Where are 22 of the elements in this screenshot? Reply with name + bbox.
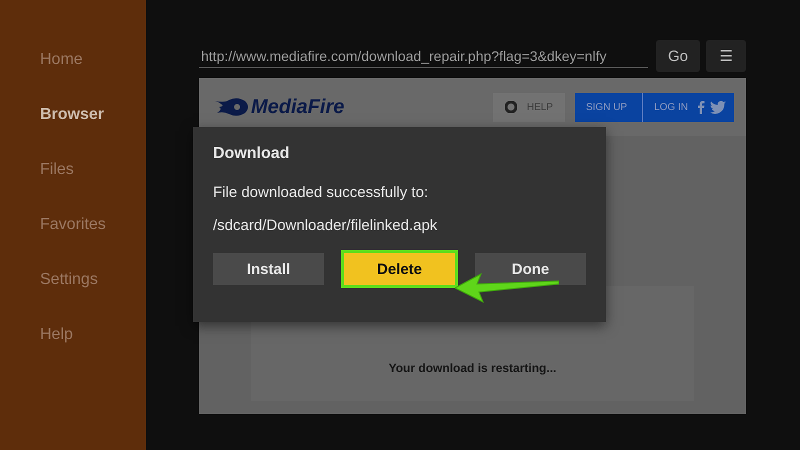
file-path: /sdcard/Downloader/filelinked.apk xyxy=(213,217,438,234)
status-message: Your download is restarting... xyxy=(388,361,556,375)
sidebar-item[interactable]: Settings xyxy=(40,268,98,291)
sign-up-button[interactable]: SIGN UP xyxy=(574,92,638,122)
site-logo[interactable]: MediaFire xyxy=(251,96,344,118)
dialog-button[interactable]: Install xyxy=(213,253,324,285)
sidebar-item[interactable]: Browser xyxy=(40,103,104,126)
url-field[interactable]: http://www.mediafire.com/download_repair.php?flag=3&dkey=nlfy xyxy=(199,44,648,68)
lifebuoy-icon xyxy=(504,101,517,113)
sidebar-item[interactable]: Home xyxy=(40,48,83,71)
sidebar-item[interactable]: Files xyxy=(40,158,74,181)
menu-button[interactable]: ☰ xyxy=(706,40,746,72)
dialog-button[interactable]: Done xyxy=(475,253,586,285)
bird-icon[interactable] xyxy=(710,100,726,114)
facebook-icon[interactable] xyxy=(696,100,706,114)
sidebar-item[interactable]: Help xyxy=(40,323,73,346)
sidebar-item[interactable]: Favorites xyxy=(40,213,106,236)
dialog-button[interactable]: Delete xyxy=(344,253,455,285)
dialog-title: Download xyxy=(213,145,290,164)
log-in-button[interactable]: LOG IN xyxy=(642,92,692,122)
dialog-message: File downloaded successfully to: xyxy=(213,184,430,201)
go-button[interactable]: Go xyxy=(656,40,700,72)
